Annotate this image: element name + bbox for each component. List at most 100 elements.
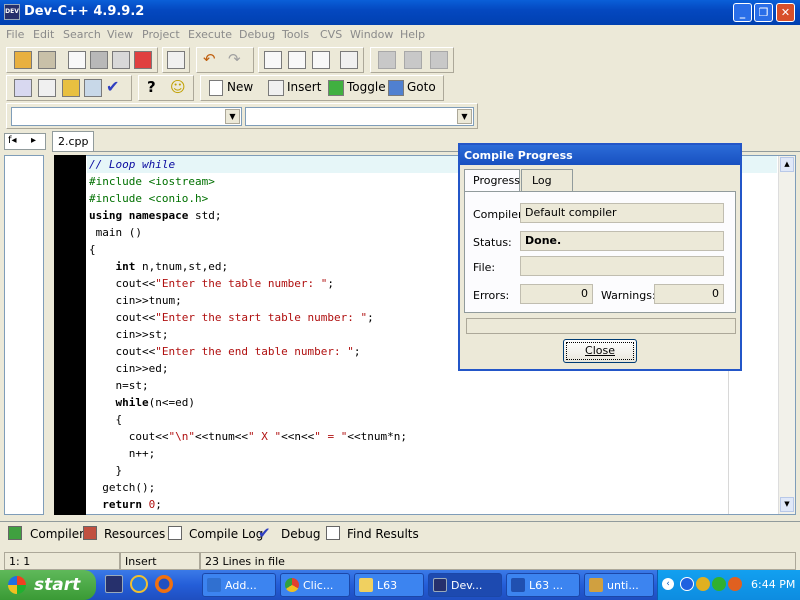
goto-line-icon[interactable]: [340, 51, 358, 69]
insert-button[interactable]: Insert: [287, 80, 321, 94]
close-file-icon[interactable]: [134, 51, 152, 69]
redo-icon[interactable]: ↷: [228, 50, 241, 68]
code-line[interactable]: #include <conio.h>: [89, 190, 407, 207]
code-line[interactable]: }: [89, 462, 407, 479]
panel-tab-icon[interactable]: f◂: [8, 135, 17, 146]
clock[interactable]: 6:44 PM: [751, 578, 795, 591]
scroll-down-icon[interactable]: ▼: [780, 497, 794, 512]
tab-resources[interactable]: Resources: [104, 527, 165, 541]
taskbar-item-l63-folder[interactable]: L63: [354, 573, 424, 597]
chevron-down-icon[interactable]: ▼: [457, 109, 472, 124]
taskbar-item-l63-word[interactable]: L63 ...: [506, 573, 580, 597]
menu-debug[interactable]: Debug: [239, 28, 275, 41]
compile-run-icon[interactable]: [62, 79, 80, 97]
print-icon[interactable]: [167, 51, 185, 69]
code-line[interactable]: cout<<"Enter the start table number: ";: [89, 309, 407, 326]
code-line[interactable]: return 0;: [89, 496, 407, 513]
project-panel[interactable]: [4, 155, 44, 515]
menu-window[interactable]: Window: [350, 28, 393, 41]
toggle-icon[interactable]: [328, 80, 344, 96]
code-line[interactable]: getch();: [89, 479, 407, 496]
code-line[interactable]: {: [89, 411, 407, 428]
taskbar-item-add[interactable]: Add...: [202, 573, 276, 597]
goto-button[interactable]: Goto: [407, 80, 436, 94]
start-button[interactable]: start: [0, 570, 96, 600]
menu-cvs[interactable]: CVS: [320, 28, 342, 41]
rebuild-icon[interactable]: [84, 79, 102, 97]
find-next-icon[interactable]: [312, 51, 330, 69]
new-file-icon[interactable]: [68, 51, 86, 69]
back-icon[interactable]: [378, 51, 396, 69]
code-line[interactable]: while(n<=ed): [89, 394, 407, 411]
tab-compiler[interactable]: Compiler: [30, 527, 84, 541]
update-icon[interactable]: [728, 577, 742, 591]
code-line[interactable]: cout<<"\n"<<tnum<<" X "<<n<<" = "<<tnum*…: [89, 428, 407, 445]
scroll-up-icon[interactable]: ▲: [780, 157, 794, 172]
code-line[interactable]: n=st;: [89, 377, 407, 394]
code-line[interactable]: using namespace std;: [89, 207, 407, 224]
code-line[interactable]: #include <iostream>: [89, 173, 407, 190]
code-line[interactable]: cin>>tnum;: [89, 292, 407, 309]
find-replace-icon[interactable]: [288, 51, 306, 69]
tab-find-results[interactable]: Find Results: [347, 527, 419, 541]
code-line[interactable]: {: [89, 241, 407, 258]
code-line[interactable]: cout<<"Enter the end table number: ";: [89, 343, 407, 360]
menu-edit[interactable]: Edit: [33, 28, 54, 41]
dev-cpp-quicklaunch-icon[interactable]: [105, 575, 123, 593]
insert-icon[interactable]: [268, 80, 284, 96]
tab-progress[interactable]: Progress: [464, 169, 520, 191]
menu-tools[interactable]: Tools: [282, 28, 309, 41]
tab-2cpp[interactable]: 2.cpp: [52, 131, 94, 152]
code-line[interactable]: main (): [89, 224, 407, 241]
toggle-button[interactable]: Toggle: [347, 80, 386, 94]
open-project-icon[interactable]: [14, 51, 32, 69]
chevron-down-icon[interactable]: ▼: [225, 109, 240, 124]
taskbar-item-chrome[interactable]: Clic...: [280, 573, 350, 597]
firefox-quicklaunch-icon[interactable]: [155, 575, 173, 593]
new-icon[interactable]: [209, 80, 223, 96]
goto-icon[interactable]: [388, 80, 404, 96]
menu-execute[interactable]: Execute: [188, 28, 232, 41]
code-line[interactable]: cout<<"Enter the table number: ";: [89, 275, 407, 292]
menu-view[interactable]: View: [107, 28, 133, 41]
code-text[interactable]: // Loop while #include <iostream> #include…: [89, 156, 407, 513]
menu-project[interactable]: Project: [142, 28, 180, 41]
class-combo[interactable]: ▼: [11, 107, 242, 126]
help-icon[interactable]: ?: [147, 78, 156, 96]
class-browser-icon[interactable]: [38, 51, 56, 69]
bluetooth-icon[interactable]: [680, 577, 694, 591]
forward-icon[interactable]: [404, 51, 422, 69]
menu-help[interactable]: Help: [400, 28, 425, 41]
close-button[interactable]: ✕: [776, 3, 795, 22]
check-icon[interactable]: ✔: [106, 77, 119, 96]
undo-icon[interactable]: ↶: [203, 50, 216, 68]
menu-search[interactable]: Search: [63, 28, 101, 41]
tab-compile-log[interactable]: Compile Log: [189, 527, 263, 541]
maximize-button[interactable]: ❐: [754, 3, 773, 22]
new-button[interactable]: New: [227, 80, 253, 94]
tab-debug[interactable]: Debug: [281, 527, 320, 541]
menu-file[interactable]: File: [6, 28, 24, 41]
compile-icon[interactable]: [14, 79, 32, 97]
ie-quicklaunch-icon[interactable]: [130, 575, 148, 593]
tray-expand-icon[interactable]: ‹: [662, 578, 674, 590]
code-line[interactable]: // Loop while: [89, 156, 407, 173]
vertical-scrollbar[interactable]: ▲ ▼: [778, 156, 795, 514]
tab-log[interactable]: Log: [521, 169, 573, 191]
member-combo[interactable]: ▼: [245, 107, 474, 126]
code-line[interactable]: n++;: [89, 445, 407, 462]
code-line[interactable]: cin>>ed;: [89, 360, 407, 377]
stop-icon[interactable]: [430, 51, 448, 69]
taskbar-item-untitled[interactable]: unti...: [584, 573, 654, 597]
taskbar-item-devcpp[interactable]: Dev...: [428, 573, 502, 597]
run-icon[interactable]: [38, 79, 56, 97]
about-icon[interactable]: ☺: [170, 78, 186, 96]
security-alert-icon[interactable]: [696, 577, 710, 591]
shield-icon[interactable]: [712, 577, 726, 591]
code-line[interactable]: int n,tnum,st,ed;: [89, 258, 407, 275]
minimize-button[interactable]: _: [733, 3, 752, 22]
save-all-icon[interactable]: [112, 51, 130, 69]
save-icon[interactable]: [90, 51, 108, 69]
panel-next-icon[interactable]: ▸: [31, 135, 36, 146]
close-dialog-button[interactable]: Close: [563, 339, 637, 363]
